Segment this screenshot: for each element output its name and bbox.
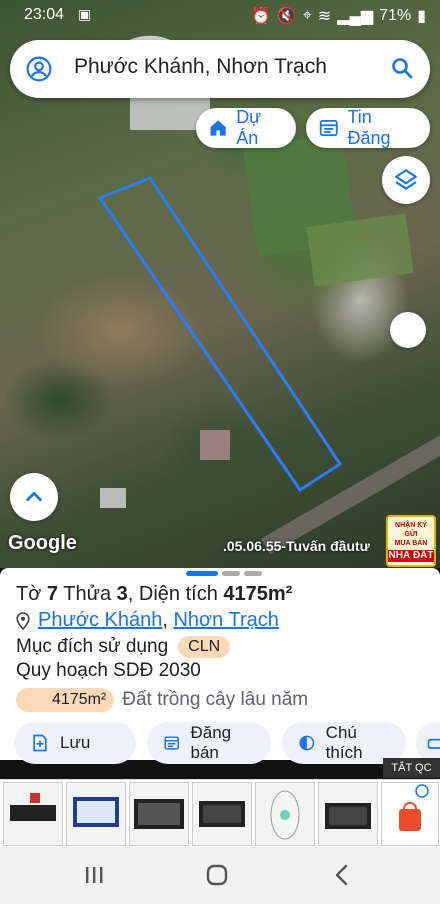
post-sale-button[interactable]: Đăng bán [147,722,271,764]
shopping-bag-icon [399,784,429,831]
tin-dang-label: Tin Đăng [347,107,391,148]
status-right-icons: ⏰ 🔇 ⌖ ≋ ▂▄▆ 71% ▮ [251,6,426,26]
expand-up-button[interactable] [10,473,58,521]
battery-percent: 71% [379,7,412,24]
planning-detail: 4175m² Đất trồng cây lâu năm [16,688,308,712]
purpose-code-badge: CLN [178,636,231,658]
alarm-icon: ⏰ [250,8,271,25]
planning-description: Đất trồng cây lâu năm [122,689,309,710]
promo-banner[interactable]: NHẬN KÝ GỬI MUA BÁN NHÀ ĐẤT [386,515,436,567]
to-number: 7 [46,583,59,605]
status-time: 23:04 [24,6,65,23]
promo-line: MUA BÁN [394,540,428,547]
close-ads-button[interactable]: TẮT QC [383,758,440,778]
location-separator: , [162,609,168,631]
parcel-location: Phước Khánh, Nhơn Trạch [16,609,279,632]
back-icon[interactable] [335,864,348,886]
ad-shop-logo[interactable] [381,782,439,846]
promo-big-text: NHÀ ĐẤT [388,550,434,562]
area-label: , Diện tích [127,583,218,605]
map-handle-button[interactable] [390,312,426,348]
battery-product-icon [10,793,56,821]
decal-product-icon [199,801,245,827]
ad-banner[interactable] [0,779,440,848]
page-indicator-active [186,571,218,576]
tin-dang-button[interactable]: Tin Đăng [306,107,430,148]
ad-product-mouse[interactable] [255,782,315,846]
status-bar: 23:04 ▣ ⏰ 🔇 ⌖ ≋ ▂▄▆ 71% ▮ [0,0,440,32]
planning-label: Quy hoạch SDĐ 2030 [16,660,201,681]
location-pin-icon [16,611,30,630]
save-label: Lưu [60,733,91,752]
signal-icon: ▂▄▆ [337,8,374,25]
mouse-product-icon [270,790,300,840]
thua-number: 3 [116,583,128,605]
thua-label: Thửa [63,583,112,605]
du-an-label: Dự Án [236,107,262,148]
notification-icons: ▣ [78,6,96,22]
page-indicator [222,571,240,576]
ad-product-decal2[interactable] [318,782,378,846]
parcel-area: 4175m² [223,583,293,605]
post-sale-label: Đăng bán [190,723,232,762]
purpose-label: Mục đích sử dụng [16,636,169,657]
battery-icon: ▮ [417,8,426,25]
system-nav-bar [0,847,440,904]
planning-area-badge: 4175m² [16,688,115,712]
map-layers-button[interactable] [382,156,430,204]
ad-product-keyboard[interactable] [129,782,189,846]
map-caption: .05.06.55-Tuvấn đầutư [223,538,370,554]
ad-product-battery[interactable] [3,782,63,846]
to-label: Tờ [16,583,42,605]
search-icon[interactable] [390,56,414,80]
page-indicator [244,571,262,576]
ad-product-screen[interactable] [66,782,126,846]
keyboard-product-icon [134,799,184,829]
google-logo: Google [8,532,77,554]
land-use-purpose: Mục đích sử dụng CLN [16,636,231,658]
legend-label: Chú thích [325,723,363,762]
decal-product-icon [325,803,371,829]
add-document-icon [33,734,47,752]
home-nav-icon[interactable] [206,864,228,886]
wifi-icon: ≋ [317,8,332,25]
contrast-icon [299,735,315,751]
layers-icon [395,169,417,190]
chevron-up-icon [26,491,42,502]
recent-apps-icon[interactable] [86,867,103,883]
screen-product-icon [73,797,119,827]
listing-icon [164,736,180,750]
ad-product-decal[interactable] [192,782,252,846]
parcel-title: Tờ 7 Thửa 3, Diện tích 4175m² [16,583,292,606]
du-an-button[interactable]: Dự Án [196,107,296,148]
search-bar[interactable]: Phước Khánh, Nhơn Trạch [10,40,430,98]
save-button[interactable]: Lưu [14,722,136,764]
mute-icon: 🔇 [276,8,297,25]
nav-icons [86,864,348,886]
ward-link[interactable]: Phước Khánh [38,609,162,631]
home-icon [210,120,226,136]
promo-line: NHẬN KÝ GỬI [395,522,427,538]
location-icon: ⌖ [302,7,312,24]
search-input[interactable]: Phước Khánh, Nhơn Trạch [74,55,327,79]
district-link[interactable]: Nhơn Trạch [173,609,278,631]
account-icon[interactable] [26,56,52,82]
measure-icon [427,738,440,749]
listing-icon [319,119,338,137]
